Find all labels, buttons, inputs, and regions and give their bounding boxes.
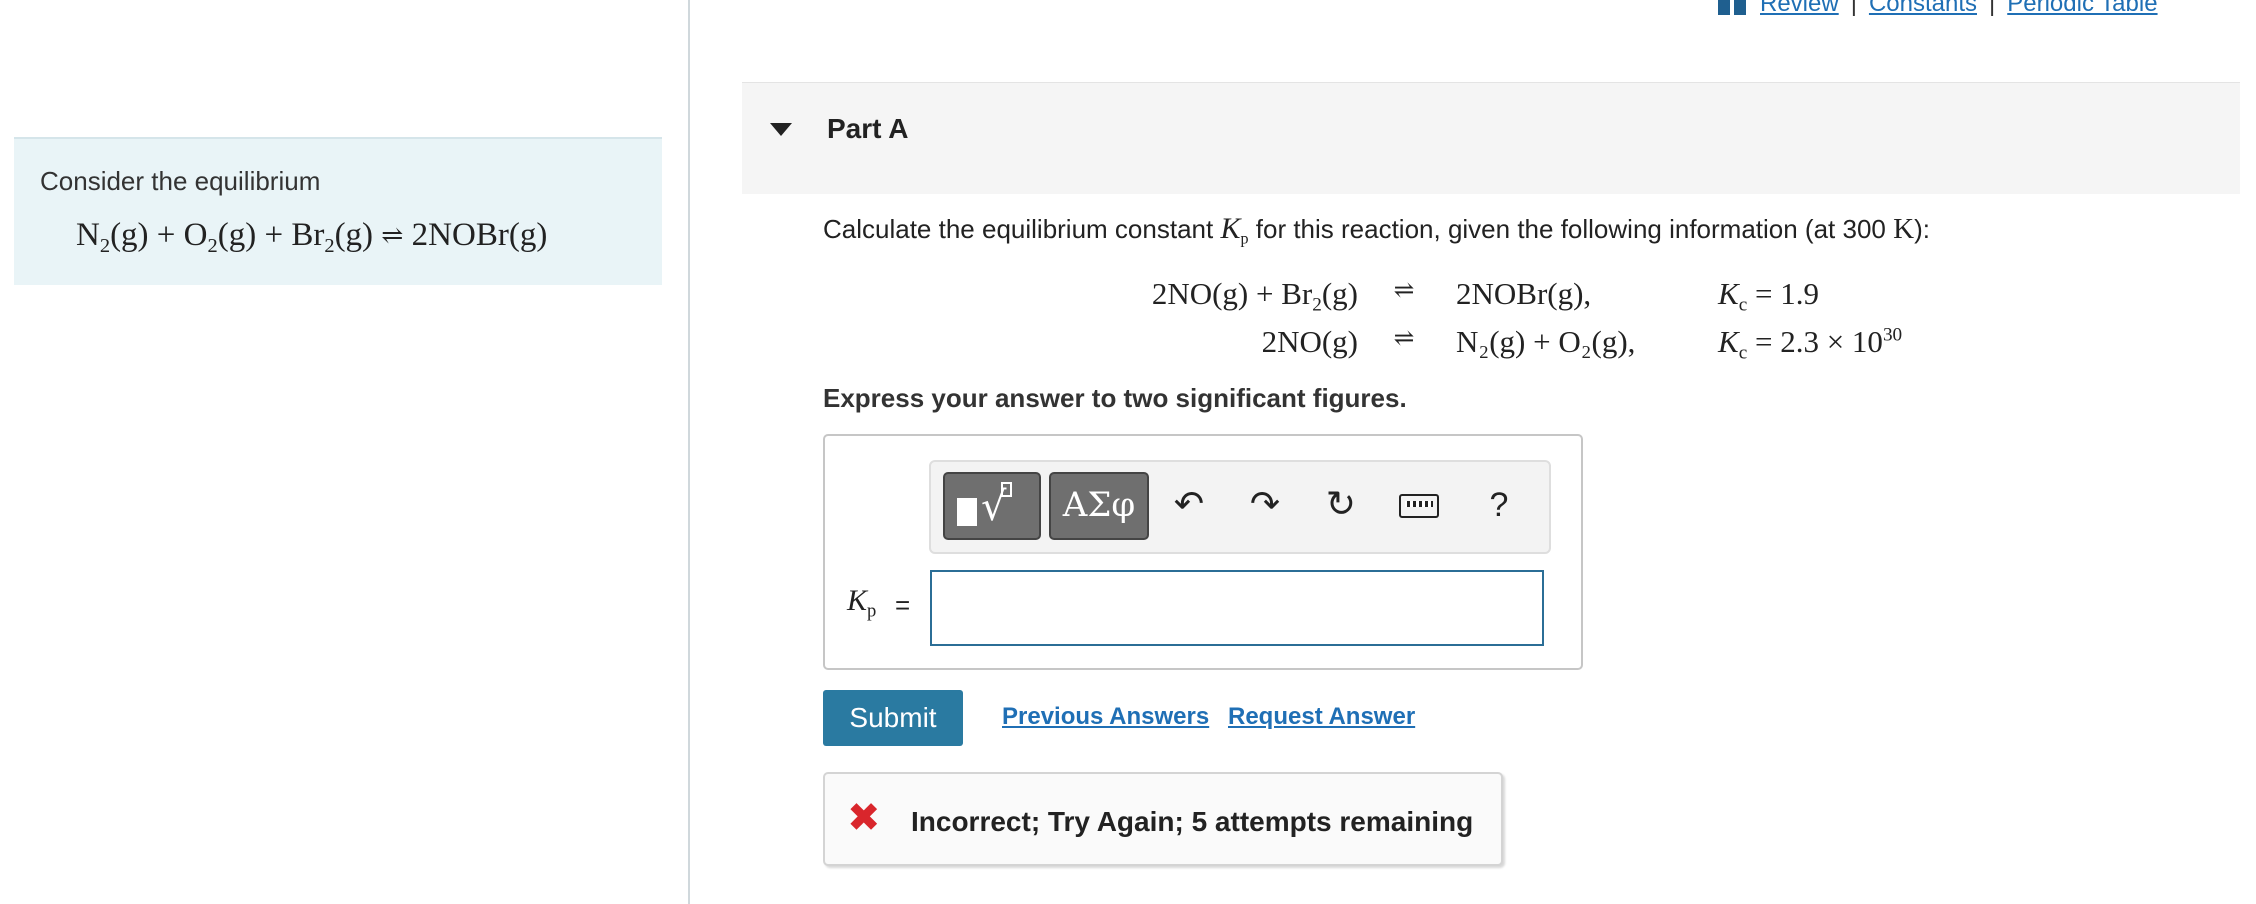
eq-product: 2NOBr(g)	[411, 217, 548, 253]
pane-divider[interactable]	[688, 0, 690, 904]
link-separator: |	[1850, 0, 1857, 17]
question-text-before: Calculate the equilibrium constant	[823, 214, 1221, 244]
feedback-message: Incorrect; Try Again; 5 attempts remaini…	[911, 806, 1474, 837]
equilibrium-equation: N2(g) + O2(g) + Br2(g) ⇌ 2NOBr(g)	[76, 217, 548, 258]
reset-icon[interactable]: ↻	[1319, 480, 1363, 530]
intro-text: Consider the equilibrium	[40, 166, 321, 196]
kc-subscript: c	[1738, 342, 1748, 364]
question-text-end: ):	[1914, 214, 1930, 244]
math-toolbar: √ ΑΣφ ↶ ↷ ↻ ?	[929, 460, 1551, 554]
eq-br2: Br	[291, 217, 325, 253]
given-lhs-tail: (g)	[1321, 276, 1358, 311]
book-icon	[1718, 0, 1746, 15]
constants-link[interactable]: Constants	[1869, 0, 1977, 18]
given-rhs: N₂(g) + O₂(g),	[1456, 324, 1636, 359]
help-icon[interactable]: ?	[1477, 480, 1521, 530]
kc-value: = 2.3 × 10	[1747, 324, 1883, 359]
resource-links: Review | Constants | Periodic Table	[1718, 0, 2158, 18]
kp-subscript: p	[867, 600, 877, 622]
k-subscript: p	[1240, 230, 1249, 248]
given-lhs-sub: 2	[1312, 294, 1322, 316]
eq-plus: +	[264, 217, 284, 253]
template-box-icon	[957, 498, 977, 526]
template-box-icon	[1001, 482, 1012, 497]
equilibrium-arrow-icon: ⇌	[381, 220, 404, 250]
part-a-header[interactable]: Part A	[742, 82, 2240, 194]
kc-symbol: K	[1718, 276, 1739, 311]
eq-o2-sub: 2	[207, 235, 218, 258]
part-title: Part A	[827, 113, 909, 144]
eq-plus: +	[156, 217, 176, 253]
question-text: Calculate the equilibrium constant Kp fo…	[823, 212, 1930, 248]
instruction-text: Express your answer to two significant f…	[823, 383, 1407, 413]
kc-subscript: c	[1738, 294, 1748, 316]
given-lhs: 2NO(g)	[728, 324, 1358, 360]
k-symbol: K	[1220, 212, 1241, 245]
given-rhs: 2NOBr(g),	[1456, 276, 1592, 311]
equilibrium-arrow-icon: ⇌	[1393, 277, 1415, 304]
given-k: Kc = 1.9	[1718, 276, 1819, 315]
periodic-table-link[interactable]: Periodic Table	[2007, 0, 2157, 18]
templates-button[interactable]: √	[943, 472, 1041, 540]
eq-phase: (g)	[334, 217, 374, 253]
submit-button[interactable]: Submit	[823, 690, 963, 746]
feedback-box: ✖ Incorrect; Try Again; 5 attempts remai…	[823, 772, 1503, 866]
given-lhs: 2NO(g) + Br2(g)	[728, 276, 1358, 315]
equals-sign: =	[895, 590, 911, 620]
question-text-after: for this reaction, given the following i…	[1248, 214, 1894, 244]
equilibrium-arrow-icon: ⇌	[1393, 325, 1415, 352]
temperature-unit: K	[1893, 213, 1915, 245]
undo-icon[interactable]: ↶	[1167, 480, 1211, 530]
collapse-caret-icon[interactable]	[770, 123, 792, 136]
kc-exponent: 30	[1882, 324, 1903, 346]
answer-input[interactable]	[930, 570, 1544, 646]
request-answer-link[interactable]: Request Answer	[1228, 703, 1415, 731]
review-link[interactable]: Review	[1760, 0, 1839, 18]
error-x-icon: ✖	[847, 795, 881, 841]
given-lhs-main: 2NO(g) + Br	[1151, 276, 1313, 311]
redo-icon[interactable]: ↷	[1243, 480, 1287, 530]
kc-value: = 1.9	[1747, 276, 1819, 311]
kp-label: Kp	[847, 584, 876, 620]
previous-answers-link[interactable]: Previous Answers	[1002, 703, 1209, 731]
given-lhs-main: 2NO(g)	[1261, 324, 1358, 359]
answer-box: √ ΑΣφ ↶ ↷ ↻ ? Kp =	[823, 434, 1583, 670]
eq-phase: (g)	[110, 217, 149, 253]
eq-br2-sub: 2	[324, 235, 335, 258]
eq-phase: (g)	[217, 217, 257, 253]
kc-symbol: K	[1718, 324, 1739, 359]
kp-symbol: K	[847, 584, 868, 617]
greek-symbols-button[interactable]: ΑΣφ	[1049, 472, 1149, 540]
link-separator: |	[1989, 0, 1996, 17]
eq-o2: O	[183, 217, 208, 253]
given-k: Kc = 2.3 × 1030	[1718, 324, 1903, 363]
context-pane: Consider the equilibrium N2(g) + O2(g) +…	[0, 0, 688, 904]
eq-n2: N	[76, 217, 100, 253]
eq-n2-sub: 2	[99, 235, 111, 258]
keyboard-icon[interactable]	[1397, 480, 1441, 530]
intro-panel: Consider the equilibrium N2(g) + O2(g) +…	[14, 137, 662, 285]
